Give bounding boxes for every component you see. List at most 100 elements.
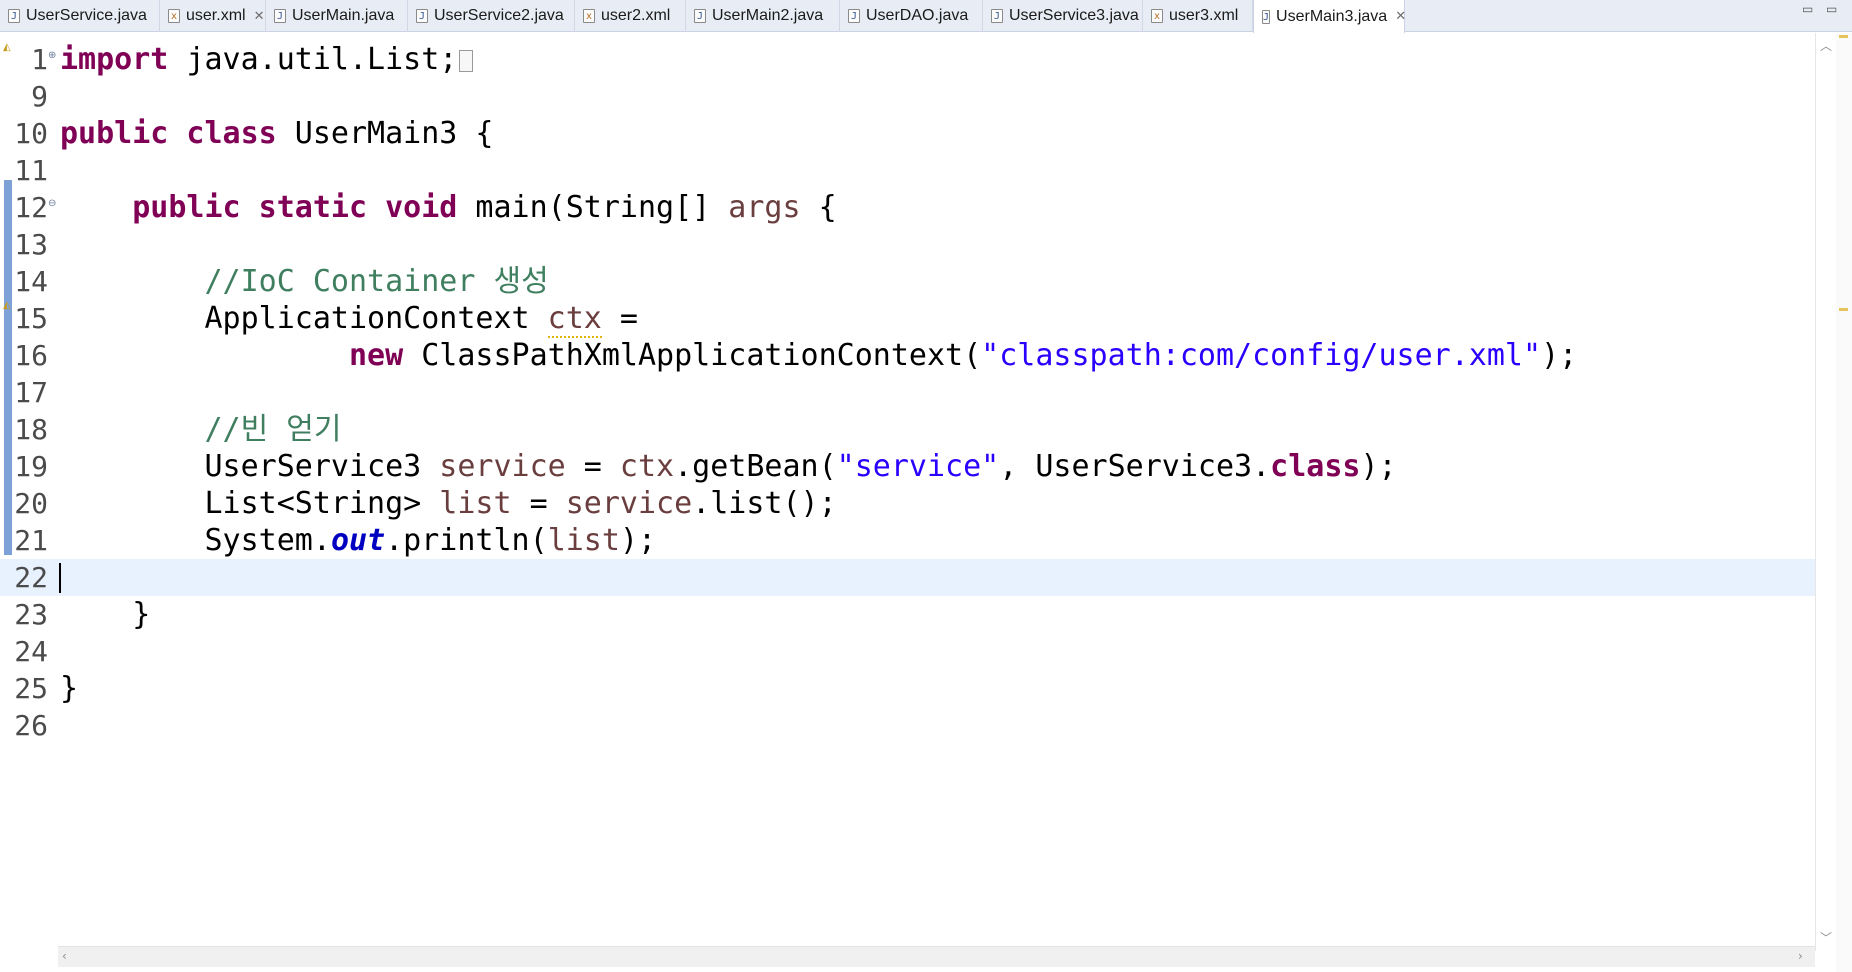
code-line[interactable]: 20 List<String> list = service.list();: [0, 485, 1815, 522]
code-text: System.out.println(list);: [60, 522, 656, 559]
code-line[interactable]: 26: [0, 707, 1815, 744]
code-line[interactable]: 21 System.out.println(list);: [0, 522, 1815, 559]
xml-file-icon: x: [168, 9, 180, 23]
code-token: List<String>: [60, 486, 440, 521]
code-line[interactable]: 24: [0, 633, 1815, 670]
java-file-icon: J: [274, 9, 286, 23]
code-line[interactable]: 23 }: [0, 596, 1815, 633]
line-number: 10: [14, 117, 48, 150]
code-token: main(String[]: [457, 190, 729, 225]
vertical-scrollbar[interactable]: ︿ ﹀: [1815, 33, 1836, 951]
code-text: UserService3 service = ctx.getBean("serv…: [60, 448, 1397, 485]
tab-user3-xml[interactable]: x user3.xml: [1143, 0, 1253, 32]
tab-usermain3-java[interactable]: J UserMain3.java ✕: [1253, 0, 1406, 33]
tab-userservice3-java[interactable]: J UserService3.java: [983, 0, 1143, 32]
code-token: =: [601, 301, 638, 336]
collapse-fold-icon[interactable]: ⊖: [48, 189, 58, 219]
line-number: 20: [14, 487, 48, 520]
code-token: ClassPathXmlApplicationContext(: [403, 338, 982, 373]
code-token: System.: [60, 523, 331, 558]
tab-usermain2-java[interactable]: J UserMain2.java: [686, 0, 840, 32]
code-line[interactable]: 16 new ClassPathXmlApplicationContext("c…: [0, 337, 1815, 374]
code-token: .println(: [385, 523, 548, 558]
code-token: );: [619, 523, 657, 558]
expand-fold-icon[interactable]: ⊕: [48, 41, 58, 71]
code-token: UserService3: [60, 449, 440, 484]
code-line[interactable]: 11: [0, 152, 1815, 189]
maximize-icon[interactable]: ▭: [1826, 2, 1837, 16]
code-token: service: [565, 486, 693, 521]
code-line[interactable]: 19 UserService3 service = ctx.getBean("s…: [0, 448, 1815, 485]
tab-label: user2.xml: [601, 7, 671, 24]
code-lines[interactable]: 1 ⊕ import java.util.List; 9 10 public class …: [0, 41, 1815, 744]
tab-label: UserService3.java: [1009, 7, 1139, 24]
overview-warning-mark[interactable]: [1839, 308, 1848, 311]
code-token: import: [60, 42, 169, 77]
line-number: 24: [14, 635, 48, 668]
code-line[interactable]: 13: [0, 226, 1815, 263]
code-line[interactable]: 14 //IoC Container 생성: [0, 263, 1815, 300]
code-token: "classpath:com/config/user.xml": [981, 338, 1542, 373]
code-token: //IoC Container 생성: [204, 264, 549, 299]
line-number: 21: [14, 524, 48, 557]
line-number: 25: [14, 672, 48, 705]
code-token: "service": [836, 449, 1000, 484]
code-line[interactable]: 12 ⊖ public static void main(String[] arg…: [0, 189, 1815, 226]
code-line[interactable]: 1 ⊕ import java.util.List;: [0, 41, 1815, 78]
code-token: {: [800, 190, 837, 225]
scroll-right-icon[interactable]: ›: [1798, 949, 1803, 963]
tab-user-xml[interactable]: x user.xml ✕: [160, 0, 266, 32]
code-token: args: [728, 190, 801, 225]
code-line[interactable]: 25}: [0, 670, 1815, 707]
code-token: .list();: [692, 486, 837, 521]
minimize-icon[interactable]: ▭: [1802, 2, 1813, 16]
code-line[interactable]: 22: [0, 559, 1815, 596]
code-text: }: [60, 596, 150, 633]
horizontal-scrollbar[interactable]: ‹ ›: [58, 946, 1815, 967]
code-token: );: [1541, 338, 1578, 373]
scroll-left-icon[interactable]: ‹: [62, 949, 67, 963]
code-text: List<String> list = service.list();: [60, 485, 837, 522]
tab-userservice-java[interactable]: J UserService.java: [0, 0, 160, 32]
close-tab-icon[interactable]: ✕: [254, 9, 265, 24]
tab-usermain-java[interactable]: J UserMain.java: [266, 0, 408, 32]
code-token: list: [547, 523, 620, 558]
java-file-icon: J: [694, 9, 706, 23]
code-token: service: [439, 449, 566, 484]
code-text: import java.util.List;: [60, 41, 474, 78]
scroll-down-icon[interactable]: ﹀: [1820, 929, 1832, 946]
code-line[interactable]: 15 ApplicationContext ctx =: [0, 300, 1815, 338]
overview-warning-mark[interactable]: [1839, 35, 1848, 38]
folded-imports-box[interactable]: [459, 49, 474, 72]
code-token: ApplicationContext: [60, 301, 548, 336]
code-token: );: [1360, 449, 1397, 484]
line-number: 16: [14, 339, 48, 372]
tab-user2-xml[interactable]: x user2.xml: [575, 0, 686, 32]
tab-userdao-java[interactable]: J UserDAO.java: [840, 0, 983, 32]
code-token: }: [60, 671, 79, 706]
line-number: 22: [14, 561, 48, 594]
tab-label: UserMain.java: [292, 7, 395, 24]
code-text: //빈 얻기: [60, 411, 342, 448]
tab-label: UserDAO.java: [866, 7, 969, 24]
code-token: public static void: [132, 190, 458, 225]
line-number: 1: [31, 43, 48, 76]
code-token: public class: [60, 116, 277, 151]
close-tab-icon[interactable]: ✕: [1395, 9, 1406, 24]
code-line[interactable]: 18 //빈 얻기: [0, 411, 1815, 448]
tab-userservice2-java[interactable]: J UserService2.java: [408, 0, 575, 32]
line-number: 14: [14, 265, 48, 298]
overview-ruler[interactable]: [1836, 33, 1852, 972]
code-line[interactable]: 10 public class UserMain3 {: [0, 115, 1815, 152]
code-token: .getBean(: [674, 449, 837, 484]
code-line[interactable]: 17: [0, 374, 1815, 411]
code-text: public static void main(String[] args {: [60, 189, 837, 226]
code-token: class: [1270, 449, 1361, 484]
code-editor[interactable]: ◭ ◭ 1 ⊕ import java.util.List; 9 10 public cl…: [0, 33, 1852, 972]
text-caret: [59, 563, 61, 593]
code-line[interactable]: 9: [0, 78, 1815, 115]
scroll-up-icon[interactable]: ︿: [1820, 37, 1832, 54]
